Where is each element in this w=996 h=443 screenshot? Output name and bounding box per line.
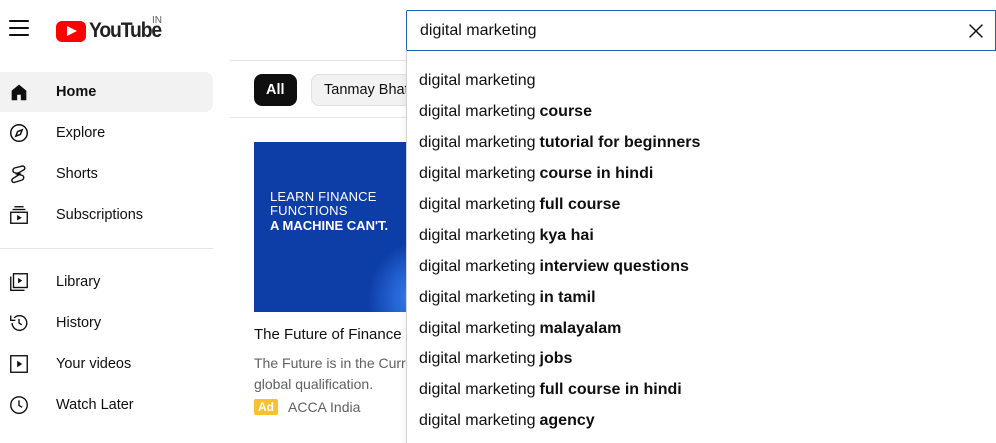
country-code: IN — [152, 15, 162, 26]
sidebar-item-subscriptions[interactable]: Subscriptions — [0, 195, 213, 235]
suggestion-item[interactable]: digital marketing malayalam — [407, 313, 996, 344]
suggestion-item[interactable]: digital marketing course in hindi — [407, 159, 996, 190]
suggestion-suffix: course — [539, 103, 592, 121]
library-icon — [10, 273, 28, 291]
sidebar-item-label: Shorts — [56, 166, 98, 182]
sidebar-item-label: Explore — [56, 125, 106, 141]
search-input[interactable] — [420, 20, 950, 42]
suggestion-suffix: full course in hindi — [539, 381, 682, 399]
sidebar-item-label: Watch Later — [56, 397, 134, 413]
suggestion-item[interactable]: digital marketing course — [407, 97, 996, 128]
sidebar: Home Explore Shorts Subscriptions Librar… — [0, 60, 213, 443]
sidebar-item-shorts[interactable]: Shorts — [0, 154, 213, 194]
sidebar-item-label: Library — [56, 274, 101, 290]
history-icon — [10, 315, 28, 332]
chip-all[interactable]: All — [254, 74, 297, 106]
suggestion-item[interactable]: digital marketing — [407, 66, 996, 97]
sidebar-item-label: Your videos — [56, 356, 132, 372]
suggestion-item[interactable]: digital marketing full course — [407, 190, 996, 221]
sidebar-item-watch-later[interactable]: Watch Later — [0, 385, 213, 425]
ad-badge: Ad — [254, 399, 278, 415]
search-box — [406, 10, 996, 51]
home-icon — [11, 84, 27, 101]
suggestion-suffix: tutorial for beginners — [539, 134, 701, 152]
explore-icon — [10, 124, 28, 142]
sidebar-item-label: History — [56, 315, 102, 331]
channel-name[interactable]: ACCA India — [288, 399, 360, 415]
suggestion-suffix: kya hai — [539, 226, 594, 244]
ad-row: Ad ACCA India — [254, 399, 360, 415]
sidebar-item-library[interactable]: Library — [0, 262, 213, 302]
suggestion-item[interactable]: digital marketing in tamil — [407, 282, 996, 313]
sidebar-item-history[interactable]: History — [0, 303, 213, 343]
menu-icon[interactable] — [9, 20, 29, 38]
suggestion-prefix: digital marketing — [419, 196, 536, 213]
suggestion-suffix: in tamil — [539, 288, 596, 306]
suggestion-suffix: malayalam — [539, 319, 622, 337]
suggestion-prefix: digital marketing — [419, 165, 536, 183]
suggestion-suffix: full course — [539, 196, 621, 213]
suggestion-item[interactable]: digital marketing interview questions — [407, 251, 996, 282]
video-description-2: global qualification. — [254, 376, 374, 392]
video-description: The Future is in the Curr — [254, 355, 406, 371]
suggestion-prefix: digital marketing — [419, 381, 536, 399]
suggestion-prefix: digital marketing — [419, 288, 536, 306]
suggestion-prefix: digital marketing — [419, 134, 536, 152]
suggestion-prefix: digital marketing — [419, 412, 536, 430]
suggestion-prefix: digital marketing — [419, 103, 536, 121]
suggestion-item[interactable]: digital marketing full course in hindi — [407, 375, 996, 406]
video-title[interactable]: The Future of Finance is — [254, 326, 417, 343]
youtube-play-icon — [56, 20, 86, 42]
suggestion-item[interactable]: digital marketing kya hai — [407, 220, 996, 251]
suggestion-prefix: digital marketing — [419, 350, 536, 368]
sidebar-item-your-videos[interactable]: Your videos — [0, 344, 213, 384]
search-suggestions: digital marketing digital marketing course… — [406, 51, 996, 443]
watch-later-icon — [10, 396, 28, 414]
sidebar-item-label: Home — [56, 84, 97, 100]
suggestion-prefix: digital marketing — [419, 226, 536, 244]
suggestion-suffix: jobs — [539, 350, 573, 368]
youtube-logo[interactable]: YouTube — [56, 19, 167, 43]
sidebar-divider — [0, 248, 213, 249]
sidebar-item-label: Subscriptions — [56, 207, 144, 223]
suggestion-suffix: interview questions — [539, 257, 689, 275]
logo-text: YouTube — [89, 19, 162, 42]
suggestion-prefix: digital marketing — [419, 257, 536, 275]
thumbnail-text: LEARN FINANCE FUNCTIONS A MACHINE CAN'T. — [270, 189, 389, 234]
sidebar-item-home[interactable]: Home — [0, 72, 213, 112]
sidebar-item-explore[interactable]: Explore — [0, 113, 213, 153]
suggestion-prefix: digital marketing — [419, 319, 536, 337]
your-videos-icon — [10, 355, 28, 373]
suggestion-item[interactable]: digital marketing tutorial for beginners — [407, 128, 996, 159]
suggestion-suffix: agency — [539, 412, 595, 430]
shorts-icon — [11, 165, 26, 184]
suggestion-suffix: course in hindi — [539, 165, 654, 183]
suggestion-item[interactable]: digital marketing jobs — [407, 344, 996, 375]
subscriptions-icon — [10, 206, 28, 224]
clear-search-icon[interactable] — [965, 20, 987, 42]
suggestion-prefix: digital marketing — [419, 72, 536, 90]
suggestion-item[interactable]: digital marketing agency — [407, 406, 996, 437]
